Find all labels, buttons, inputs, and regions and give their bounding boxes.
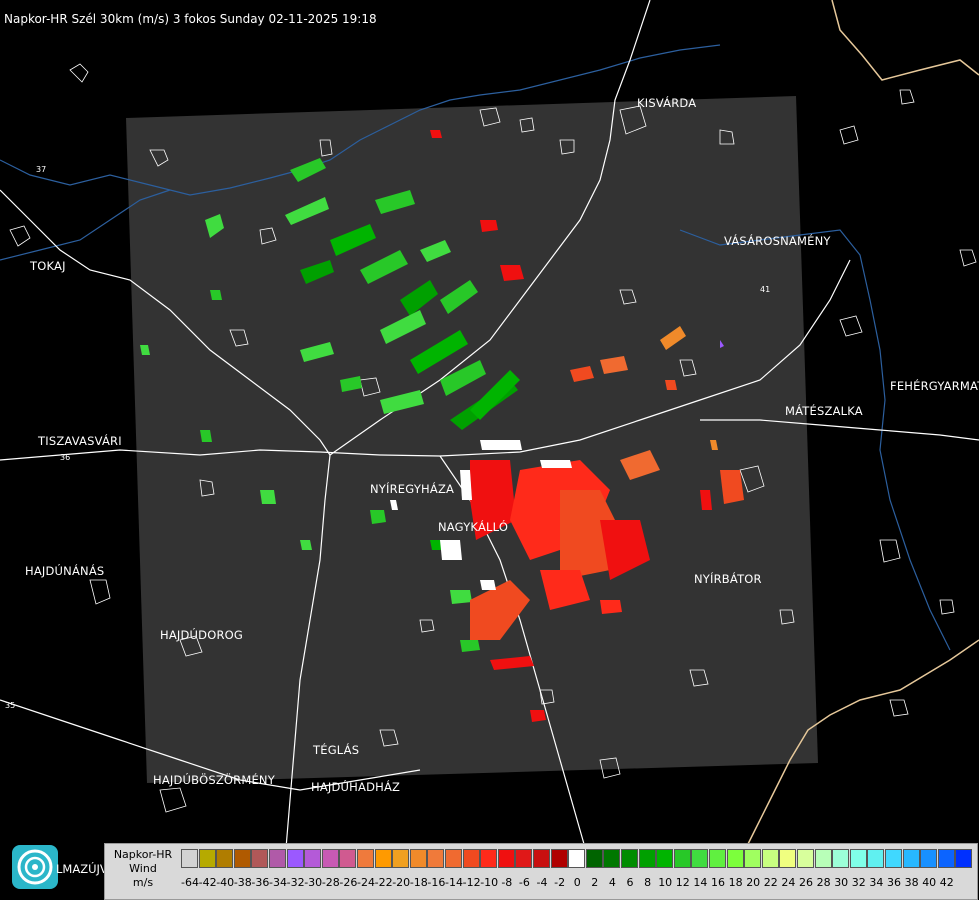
city-label-kisvarda: KISVÁRDA (637, 96, 697, 110)
legend-swatch (867, 849, 885, 868)
road-number-35: 35 (5, 701, 15, 710)
legend-swatch (462, 849, 480, 868)
legend-swatch (656, 849, 674, 868)
legend-swatch (497, 849, 515, 868)
city-label-hajdudorog: HAJDÚDOROG (160, 628, 244, 642)
legend-swatch (744, 849, 762, 868)
road-number-41: 41 (760, 285, 770, 294)
legend-swatch (515, 849, 533, 868)
city-label-nyirbator: NYÍRBÁTOR (694, 572, 762, 586)
legend-swatch (920, 849, 938, 868)
legend-swatch (480, 849, 498, 868)
legend-label-line3: m/s (132, 876, 154, 889)
radar-coverage-area (126, 96, 818, 783)
legend-swatch (286, 849, 304, 868)
legend-swatch (638, 849, 656, 868)
legend-swatch (251, 849, 269, 868)
legend-swatch (568, 849, 586, 868)
city-label-hajduboszormeny: HAJDÚBÖSZÖRMÉNY (153, 773, 275, 787)
color-legend: Napkor-HR Wind m/s -64 -42 -40 -38 -36 -34 -32… (104, 843, 978, 900)
city-label-tokaj: TOKAJ (30, 259, 66, 273)
legend-swatch (409, 849, 427, 868)
legend-swatch (533, 849, 550, 868)
legend-swatch (321, 849, 339, 868)
city-label-hajduhadhaz: HAJDÚHADHÁZ (311, 780, 401, 794)
legend-swatch (233, 849, 251, 868)
legend-swatch (550, 849, 568, 868)
radar-map: 37 36 35 41 (0, 0, 979, 900)
legend-swatch (339, 849, 357, 868)
legend-swatch (779, 849, 797, 868)
legend-swatch (621, 849, 638, 868)
legend-swatch (797, 849, 814, 868)
legend-swatch (392, 849, 410, 868)
city-label-nagykallo: NAGYKÁLLÓ (438, 520, 509, 534)
road-number-37: 37 (36, 165, 46, 174)
map-title: Napkor-HR Szél 30km (m/s) 3 fokos Sunday… (4, 12, 377, 26)
legend-swatch (673, 849, 691, 868)
legend-swatch (304, 849, 322, 868)
legend-swatch (814, 849, 832, 868)
city-label-fehergyarmat: FEHÉRGYARMAT (890, 379, 979, 393)
legend-swatch (198, 849, 216, 868)
legend-swatch (181, 849, 198, 868)
city-label-mateszalka: MÁTÉSZALKA (785, 404, 863, 418)
city-label-vasarosnameny: VÁSÁROSNAMÉNY (724, 234, 831, 248)
city-label-nyiregyhaza: NYÍREGYHÁZA (370, 482, 455, 496)
city-label-teglas: TÉGLÁS (313, 743, 360, 757)
legend-swatch (691, 849, 709, 868)
legend-swatch (885, 849, 902, 868)
legend-swatch (726, 849, 744, 868)
legend-label-line2: Wind (129, 862, 157, 875)
logo-icon (12, 845, 58, 889)
city-label-tiszavasvari: TISZAVASVÁRI (38, 434, 122, 448)
legend-swatch (374, 849, 392, 868)
city-label-hajdunanas: HAJDÚNÁNÁS (25, 564, 105, 578)
legend-swatch (761, 849, 779, 868)
legend-tick-label: 42 (939, 876, 954, 889)
road-number-36: 36 (60, 453, 70, 462)
legend-label: Napkor-HR Wind m/s (107, 848, 179, 890)
legend-swatch (902, 849, 920, 868)
legend-swatch (603, 849, 621, 868)
legend-swatch (269, 849, 286, 868)
legend-swatch (357, 849, 374, 868)
legend-swatch (955, 849, 973, 868)
legend-swatch (216, 849, 234, 868)
legend-swatch (427, 849, 445, 868)
legend-swatch (849, 849, 867, 868)
legend-swatch (832, 849, 850, 868)
legend-swatch (585, 849, 603, 868)
legend-swatch (445, 849, 462, 868)
legend-label-line1: Napkor-HR (113, 848, 173, 861)
legend-swatch (709, 849, 726, 868)
legend-swatch (937, 849, 955, 868)
